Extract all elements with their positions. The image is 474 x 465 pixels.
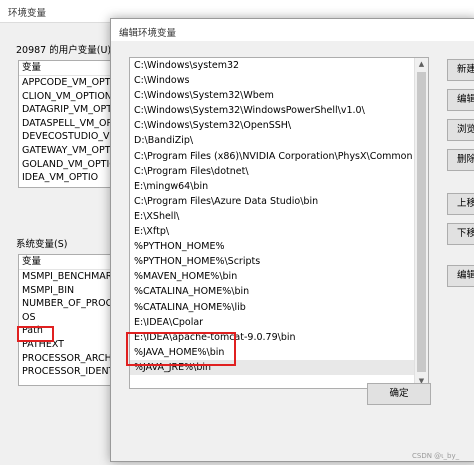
delete-button[interactable]: 删除	[447, 149, 474, 171]
system-table-row[interactable]: MSMPI_BENCHMAR	[19, 270, 119, 284]
user-table-row[interactable]: DEVECOSTUDIO_VM	[19, 130, 119, 144]
system-table-header[interactable]: 变量	[19, 255, 119, 270]
move-up-button[interactable]: 上移	[447, 193, 474, 215]
path-entry[interactable]: %CATALINA_HOME%\bin	[130, 284, 428, 299]
dialog-titlebar: 编辑环境变量	[111, 19, 474, 41]
path-entry[interactable]: E:\mingw64\bin	[130, 179, 428, 194]
edit-button[interactable]: 编辑	[447, 89, 474, 111]
system-table-row[interactable]: PROCESSOR_ARCHIT	[19, 352, 119, 366]
user-table-row[interactable]: DATAGRIP_VM_OPT	[19, 103, 119, 117]
system-table-row[interactable]: OS	[19, 311, 119, 325]
scrollbar-thumb[interactable]	[417, 72, 426, 372]
path-highlight-box	[17, 326, 54, 342]
path-entry[interactable]: C:\Program Files (x86)\NVIDIA Corporatio…	[130, 149, 428, 164]
browse-button[interactable]: 浏览	[447, 119, 474, 141]
path-entry[interactable]: C:\Program Files\Azure Data Studio\bin	[130, 194, 428, 209]
path-entry[interactable]: E:\Xftp\	[130, 224, 428, 239]
dialog-title: 编辑环境变量	[119, 28, 177, 39]
path-entry[interactable]: C:\Windows\System32\Wbem	[130, 88, 428, 103]
system-variables-label: 系统变量(S)	[16, 239, 68, 250]
watermark: CSDN @ι_by_	[412, 452, 460, 460]
system-table-row[interactable]: PROCESSOR_IDENTI	[19, 365, 119, 379]
path-entry[interactable]: C:\Windows\System32\WindowsPowerShell\v1…	[130, 103, 428, 118]
user-table-row[interactable]: GOLAND_VM_OPTIC	[19, 158, 119, 172]
path-entry[interactable]: E:\XShell\	[130, 209, 428, 224]
parent-window-title: 环境变量	[8, 8, 47, 19]
user-variables-label: 20987 的用户变量(U)	[16, 45, 112, 56]
path-entry[interactable]: %PYTHON_HOME%	[130, 239, 428, 254]
dialog-ok-button[interactable]: 确定	[367, 383, 431, 405]
user-table-row[interactable]: APPCODE_VM_OPTIO	[19, 76, 119, 90]
user-table-row[interactable]: CLION_VM_OPTIONS	[19, 90, 119, 104]
path-entry[interactable]: C:\Windows\system32	[130, 58, 428, 73]
user-variables-table[interactable]: 变量 APPCODE_VM_OPTIO CLION_VM_OPTIONS DAT…	[18, 60, 120, 188]
path-entry[interactable]: E:\IDEA\Cpolar	[130, 315, 428, 330]
path-entry[interactable]: %MAVEN_HOME%\bin	[130, 269, 428, 284]
path-entry[interactable]: %CATALINA_HOME%\lib	[130, 300, 428, 315]
user-table-row[interactable]: GATEWAY_VM_OPTIC	[19, 144, 119, 158]
edit-environment-variable-dialog: 编辑环境变量 C:\Windows\system32 C:\Windows C:…	[110, 18, 474, 462]
user-table-row[interactable]: DATASPELL_VM_OP	[19, 117, 119, 131]
path-entry[interactable]: C:\Program Files\dotnet\	[130, 164, 428, 179]
edit-text-button[interactable]: 编辑文	[447, 265, 474, 287]
path-entry[interactable]: %PYTHON_HOME%\Scripts	[130, 254, 428, 269]
system-table-row[interactable]: NUMBER_OF_PROCE	[19, 297, 119, 311]
scroll-up-arrow-icon[interactable]: ▲	[415, 58, 428, 71]
path-list-scrollbar[interactable]: ▲ ▼	[414, 58, 428, 388]
path-entry[interactable]: C:\Windows\System32\OpenSSH\	[130, 118, 428, 133]
user-table-header[interactable]: 变量	[19, 61, 119, 76]
path-entry[interactable]: D:\BandiZip\	[130, 133, 428, 148]
path-entry[interactable]: C:\Windows	[130, 73, 428, 88]
new-button[interactable]: 新建	[447, 59, 474, 81]
java-entries-highlight-box	[126, 332, 236, 366]
move-down-button[interactable]: 下移	[447, 223, 474, 245]
system-variables-table[interactable]: 变量 MSMPI_BENCHMAR MSMPI_BIN NUMBER_OF_PR…	[18, 254, 120, 386]
system-table-row[interactable]: MSMPI_BIN	[19, 284, 119, 298]
user-table-row[interactable]: IDEA_VM_OPTIO	[19, 171, 119, 185]
